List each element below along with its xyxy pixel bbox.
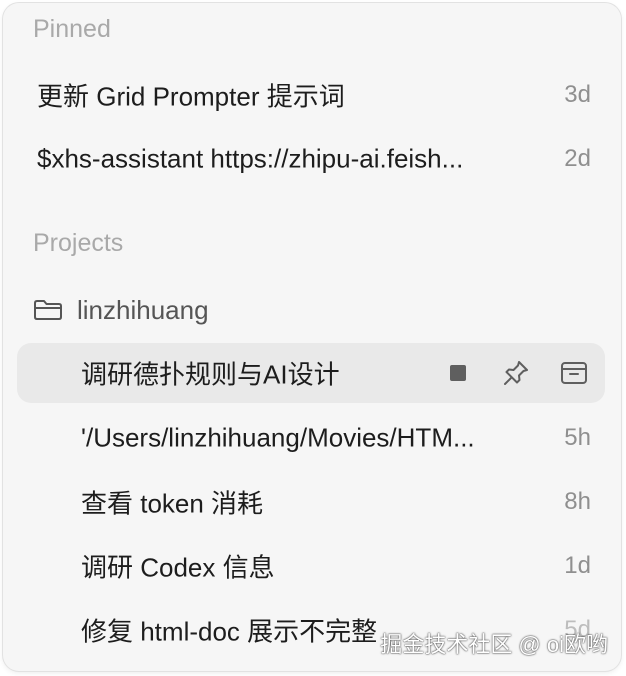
project-thread-item-active[interactable]: 调研德扑规则与AI设计 [17,343,605,403]
stop-button[interactable] [439,354,477,392]
thread-time: 8h [564,488,591,515]
pinned-thread-item[interactable]: $xhs-assistant https://zhipu-ai.feish...… [17,129,605,189]
archive-icon [561,362,587,384]
thread-time: 5h [564,424,591,451]
watermark: 掘金技术社区 @ oi欧哟 [380,632,608,657]
thread-title: $xhs-assistant https://zhipu-ai.feish... [37,143,464,174]
thread-title: 更新 Grid Prompter 提示词 [37,81,345,112]
stop-icon [450,365,466,381]
project-thread-item[interactable]: 查看 token 消耗 8h [17,472,605,532]
thread-actions [439,354,593,392]
project-folder[interactable]: linzhihuang [33,295,209,325]
archive-button[interactable] [555,354,593,392]
thread-time: 2d [564,145,591,172]
pin-button[interactable] [497,354,535,392]
project-thread-item[interactable]: '/Users/linzhihuang/Movies/HTM... 5h [17,408,605,468]
thread-title: 查看 token 消耗 [81,488,264,519]
thread-title: 调研 Codex 信息 [81,552,275,583]
project-thread-item[interactable]: 调研 Codex 信息 1d [17,536,605,596]
projects-section-title: Projects [33,229,124,257]
thread-title: 修复 html-doc 展示不完整 [81,616,378,647]
folder-icon [34,300,62,320]
thread-time: 1d [564,552,591,579]
thread-list-panel: Pinned 更新 Grid Prompter 提示词 3d $xhs-assi… [3,3,621,671]
project-folder-label: linzhihuang [77,294,209,325]
pinned-thread-item[interactable]: 更新 Grid Prompter 提示词 3d [17,65,605,125]
pinned-section-title: Pinned [33,15,111,43]
thread-title: '/Users/linzhihuang/Movies/HTM... [81,422,475,453]
thread-time: 3d [564,81,591,108]
thread-title: 调研德扑规则与AI设计 [81,359,340,390]
pin-icon [504,361,528,385]
